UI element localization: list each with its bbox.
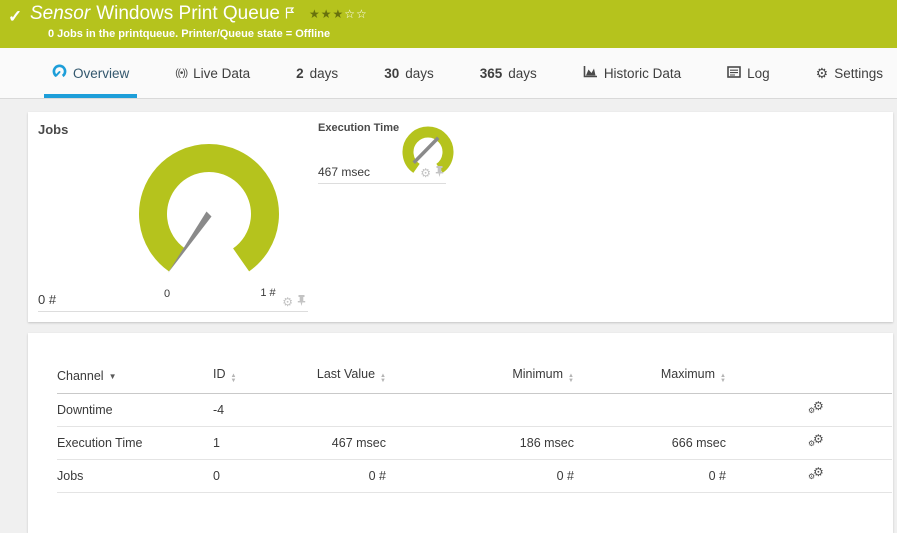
channel-id: -4 (213, 394, 302, 427)
column-header-id[interactable]: ID ▲▼ (213, 367, 302, 394)
log-list-icon (727, 66, 741, 81)
sort-both-icon: ▲▼ (720, 374, 726, 384)
page-title: Windows Print Queue (96, 3, 280, 25)
settings-gear-icon: ⚙ (816, 66, 829, 80)
sort-both-icon: ▲▼ (231, 374, 237, 384)
tab-label-number: 365 (480, 66, 503, 81)
gauge-pin-icon[interactable] (435, 164, 444, 182)
sensor-type-label: Sensor (30, 3, 90, 25)
jobs-gauge-value: 0 # (38, 292, 56, 307)
column-label: Maximum (661, 367, 715, 381)
jobs-gauge-scale-min: 0 (156, 288, 178, 300)
column-label: Channel (57, 369, 104, 383)
historic-chart-icon (583, 65, 598, 81)
channel-last-value (302, 394, 386, 427)
star-empty-icons[interactable]: ☆☆ (344, 7, 368, 21)
execution-time-widget-tools: ⚙ (420, 164, 444, 182)
channel-maximum: 666 msec (574, 427, 726, 460)
tab-label: Settings (834, 66, 883, 81)
channel-table-panel: Channel ▼ ID ▲▼ Last Value ▲▼ Minimum ▲▼ Max… (28, 333, 893, 533)
tab-live-data[interactable]: ((•)) Live Data (167, 48, 258, 98)
tab-log[interactable]: Log (719, 48, 778, 98)
gauges-panel: Jobs 0 1 # 0 # ⚙ Execution Time 4 (28, 112, 893, 322)
channel-id: 0 (213, 460, 302, 493)
channel-minimum: 186 msec (386, 427, 574, 460)
column-label: Last Value (317, 367, 375, 381)
channel-maximum: 0 # (574, 460, 726, 493)
sensor-header: ✓ Sensor Windows Print Queue ★★★☆☆ 0 Job… (0, 0, 897, 48)
jobs-gauge-scale-max: 1 # (251, 287, 285, 299)
tab-label: days (310, 66, 339, 81)
table-row-downtime[interactable]: Downtime -4 ⚙ ⚙ (57, 394, 892, 427)
tab-label: days (405, 66, 434, 81)
jobs-gauge-widget: Jobs 0 1 # 0 # ⚙ (38, 122, 308, 312)
column-header-minimum[interactable]: Minimum ▲▼ (386, 367, 574, 394)
table-row-execution-time[interactable]: Execution Time 1 467 msec 186 msec 666 m… (57, 427, 892, 460)
tab-overview[interactable]: Overview (44, 48, 137, 98)
column-header-settings (726, 367, 892, 394)
gauge-settings-gear-icon[interactable]: ⚙ (420, 167, 431, 179)
star-filled-icons[interactable]: ★★★ (309, 7, 344, 21)
column-header-last-value[interactable]: Last Value ▲▼ (302, 367, 386, 394)
channel-settings-gears-icon[interactable]: ⚙ ⚙ (808, 401, 826, 416)
channel-minimum: 0 # (386, 460, 574, 493)
tab-historic-data[interactable]: Historic Data (575, 48, 689, 98)
sort-desc-icon: ▼ (109, 372, 117, 381)
sensor-status-message: 0 Jobs in the printqueue. Printer/Queue … (48, 28, 330, 40)
tab-settings[interactable]: ⚙ Settings (808, 48, 891, 98)
status-ok-check-icon: ✓ (8, 7, 22, 27)
jobs-gauge (138, 140, 280, 292)
tab-label: days (508, 66, 537, 81)
channel-table-header-row: Channel ▼ ID ▲▼ Last Value ▲▼ Minimum ▲▼ Max… (57, 367, 892, 394)
priority-flag-icon[interactable] (285, 6, 295, 24)
channel-settings-gears-icon[interactable]: ⚙ ⚙ (808, 434, 826, 449)
column-header-channel[interactable]: Channel ▼ (57, 367, 213, 394)
column-header-maximum[interactable]: Maximum ▲▼ (574, 367, 726, 394)
overview-gauge-icon (52, 64, 67, 82)
tab-label: Historic Data (604, 66, 681, 81)
tab-365-days[interactable]: 365 days (472, 48, 545, 98)
jobs-gauge-title: Jobs (38, 122, 308, 137)
tab-30-days[interactable]: 30 days (376, 48, 442, 98)
tab-label: Overview (73, 66, 129, 81)
column-label: ID (213, 367, 226, 381)
channel-name[interactable]: Downtime (57, 394, 213, 427)
table-row-jobs[interactable]: Jobs 0 0 # 0 # 0 # ⚙ ⚙ (57, 460, 892, 493)
execution-time-gauge-widget: Execution Time 467 msec ⚙ (318, 122, 446, 184)
channel-maximum (574, 394, 726, 427)
live-data-broadcast-icon: ((•)) (175, 68, 187, 79)
channel-table: Channel ▼ ID ▲▼ Last Value ▲▼ Minimum ▲▼ Max… (57, 367, 892, 493)
channel-minimum (386, 394, 574, 427)
channel-settings-gears-icon[interactable]: ⚙ ⚙ (808, 467, 826, 482)
gauge-pin-icon[interactable] (297, 293, 306, 311)
priority-stars[interactable]: ★★★☆☆ (309, 7, 368, 21)
tab-label: Log (747, 66, 770, 81)
tab-bar: Overview ((•)) Live Data 2 days 30 days … (0, 48, 897, 99)
channel-id: 1 (213, 427, 302, 460)
sensor-title-row: Sensor Windows Print Queue ★★★☆☆ (30, 3, 368, 25)
tab-label-number: 2 (296, 66, 304, 81)
tab-label: Live Data (193, 66, 250, 81)
execution-time-gauge-value: 467 msec (318, 165, 370, 179)
jobs-widget-tools: ⚙ (282, 293, 306, 311)
gauge-settings-gear-icon[interactable]: ⚙ (282, 296, 293, 308)
column-label: Minimum (512, 367, 563, 381)
tab-label-number: 30 (384, 66, 399, 81)
channel-name[interactable]: Jobs (57, 460, 213, 493)
channel-last-value: 0 # (302, 460, 386, 493)
channel-last-value: 467 msec (302, 427, 386, 460)
sort-both-icon: ▲▼ (380, 374, 386, 384)
channel-name[interactable]: Execution Time (57, 427, 213, 460)
sort-both-icon: ▲▼ (568, 374, 574, 384)
tab-2-days[interactable]: 2 days (288, 48, 346, 98)
